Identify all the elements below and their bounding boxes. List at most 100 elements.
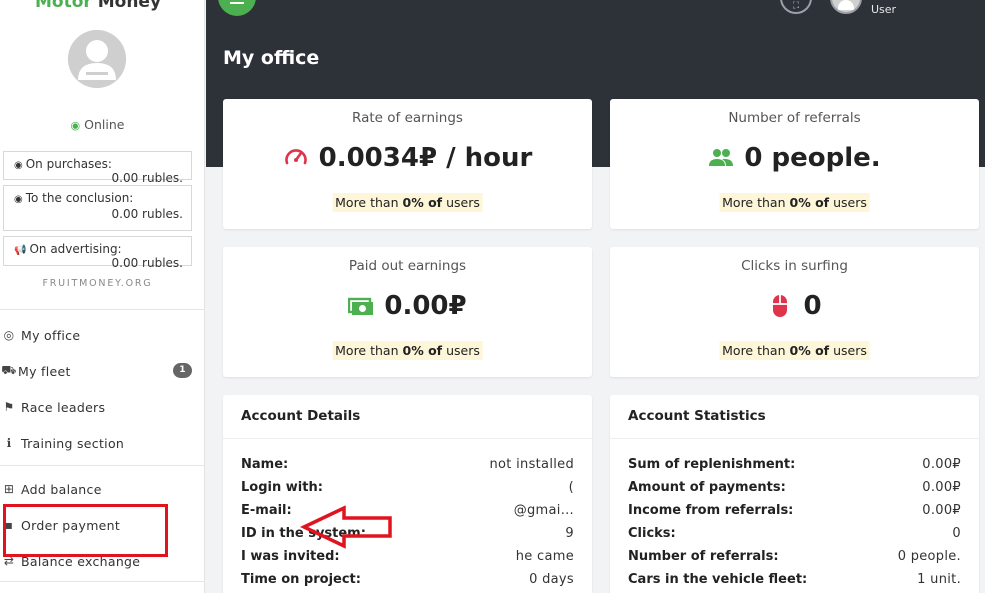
stat-note: More than 0% of users [332,341,483,360]
divider [0,465,205,466]
note-pct: 0% of [402,195,443,210]
circle-dot-icon: ◉ [14,194,23,205]
detail-row: ID in the system: 9 [241,526,574,546]
header-user-label[interactable]: User [871,3,896,16]
row-key: Name: [241,457,289,472]
online-dot-icon: ◉ [70,119,81,132]
sidebar-item-label: Training section [21,435,125,451]
stat-value: 0.0034₽ / hour [318,143,533,173]
stat-row: Income from referrals: 0.00₽ [628,503,961,523]
note-pct: 0% of [789,343,830,358]
row-value: not installed [489,457,574,472]
arrow-annotation-icon [300,505,392,549]
plus-square-icon: ⊞ [3,482,15,496]
stat-value: 0.00₽ [384,291,467,321]
row-value: ( [568,480,574,495]
users-icon [708,145,734,171]
note-prefix: More than [335,343,399,358]
balance-label: On advertising: [29,242,122,256]
stat-title: Number of referrals [728,110,861,126]
row-value: 0 days [529,572,574,587]
sidebar-item-label: Add balance [21,481,102,497]
logo-part2: Money [97,0,162,12]
row-key: Number of referrals: [628,549,779,564]
sidebar-item-race-leaders[interactable]: ⚑ Race leaders [0,392,205,422]
stat-card-referrals: Number of referrals 0 people. More than … [610,99,979,229]
info-icon: ℹ [6,436,12,450]
stat-value: 0 [803,291,822,321]
card-title: Account Details [223,395,592,439]
row-key: Cars in the vehicle fleet: [628,572,808,587]
online-status: ◉ Online [0,117,195,132]
stat-title: Clicks in surfing [741,258,848,274]
stat-row: Sum of replenishment: 0.00₽ [628,457,961,477]
row-key: I was invited: [241,549,340,564]
note-suffix: users [833,195,867,210]
row-value: 1 unit. [917,572,961,587]
user-avatar-icon [68,30,126,88]
row-value: 0.00₽ [922,503,961,518]
logo-part1: Motor [35,0,92,12]
row-key: Time on project: [241,572,361,587]
row-value: 0 people. [897,549,961,564]
sidebar-item-my-fleet[interactable]: ⛟ My fleet 1 [0,356,205,386]
sidebar-item-my-office[interactable]: ◎ My office [0,320,205,350]
money-icon [348,293,374,319]
balance-amount: 0.00 rubles. [111,207,183,221]
stat-row: Clicks: 0 [628,526,961,546]
stat-title: Rate of earnings [352,110,463,126]
megaphone-icon: 📢 [14,245,27,256]
account-statistics-card: Account Statistics Sum of replenishment:… [610,395,979,593]
circle-dot-icon: ◉ [14,160,23,171]
note-prefix: More than [335,195,399,210]
row-key: Login with: [241,480,323,495]
row-value: 9 [565,526,574,541]
avatar[interactable] [68,30,126,88]
fleet-count-badge: 1 [173,363,192,378]
car-icon: ⛟ [1,363,17,377]
account-details-card: Account Details Name: not installed Login… [223,395,592,593]
row-value: 0.00₽ [922,457,961,472]
stat-value-row: 0 [610,291,979,321]
balance-amount: 0.00 rubles. [111,256,183,270]
note-suffix: users [446,195,480,210]
speedometer-icon [283,145,309,171]
row-key: Income from referrals: [628,503,794,518]
sidebar-item-label: My fleet [18,363,71,379]
row-value: @gmai... [513,503,574,518]
stat-note: More than 0% of users [719,193,870,212]
page-title: My office [223,47,320,69]
stat-value-row: 0.00₽ [223,291,592,321]
divider [0,581,205,582]
stat-card-paid-out: Paid out earnings 0.00₽ More than 0% of … [223,247,592,377]
sidebar-item-training-section[interactable]: ℹ Training section [0,428,205,458]
row-key: E-mail: [241,503,292,518]
sidebar-item-add-balance[interactable]: ⊞ Add balance [0,474,205,504]
row-value: he came [515,549,574,564]
online-status-text: Online [84,117,125,132]
flag-icon: ⚑ [3,400,15,414]
stat-row: Cars in the vehicle fleet: 1 unit. [628,572,961,592]
user-circle-icon: ◎ [3,328,15,342]
row-key: Amount of payments: [628,480,786,495]
site-label: FRUITMONEY.ORG [42,278,153,289]
row-key: Clicks: [628,526,676,541]
row-value: 0 [952,526,961,541]
detail-row: E-mail: @gmai... [241,503,574,523]
row-value: 0.00₽ [922,480,961,495]
logo[interactable]: Motor Money [35,0,161,12]
note-pct: 0% of [789,195,830,210]
balance-label: To the conclusion: [25,191,134,205]
note-prefix: More than [722,195,786,210]
balance-conclusion: ◉ To the conclusion: 0.00 rubles. [3,185,192,231]
detail-row: Login with: ( [241,480,574,500]
detail-row: Time on project: 0 days [241,572,574,592]
sidebar-item-label: My office [21,327,81,343]
balance-advertising: 📢 On advertising: 0.00 rubles. [3,236,192,270]
stat-value-row: 0 people. [610,143,979,173]
row-key: Sum of replenishment: [628,457,796,472]
menu-icon [230,2,244,4]
balance-amount: 0.00 rubles. [111,171,183,185]
stat-value: 0 people. [744,143,881,173]
stat-card-rate: Rate of earnings 0.0034₽ / hour More tha… [223,99,592,229]
